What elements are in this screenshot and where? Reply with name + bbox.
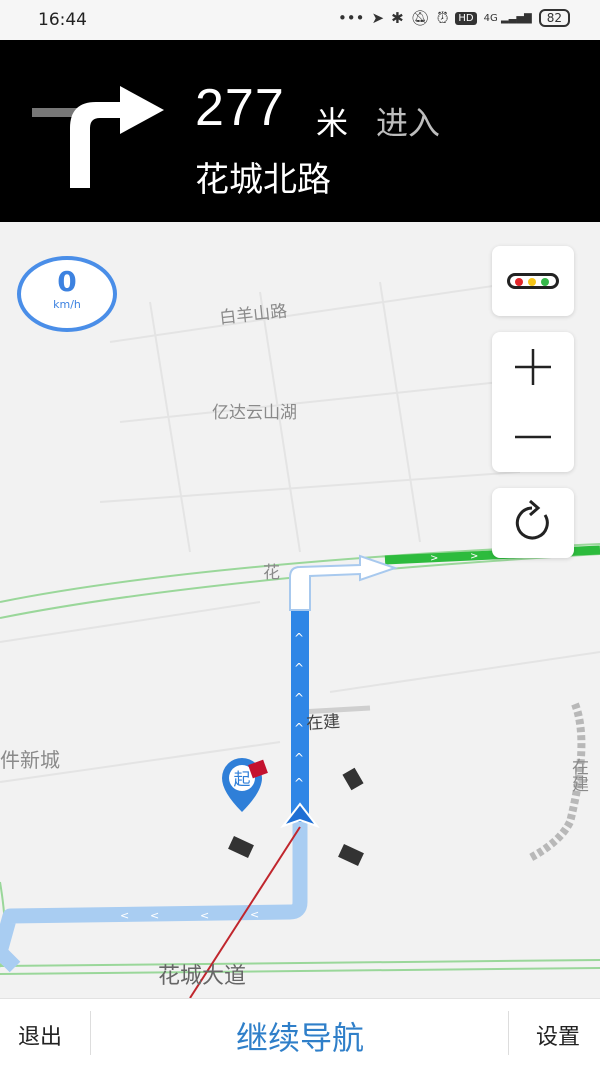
status-bar: 16:44 ••• ➤ ✱ 🔕︎ ⏰︎ HD 4G ▂▃▅▇ 82 [0, 0, 600, 40]
speed-unit: km/h [53, 298, 81, 311]
distance-unit: 米 [316, 104, 349, 142]
settings-button[interactable]: 设置 [536, 1019, 580, 1051]
svg-text:^: ^ [294, 721, 304, 735]
traffic-light-icon [507, 273, 559, 289]
svg-text:>: > [470, 551, 478, 562]
continue-navigation-button[interactable]: 继续导航 [0, 1013, 600, 1059]
svg-text:^: ^ [294, 631, 304, 645]
refresh-icon [515, 499, 549, 540]
bluetooth-icon: ✱ [391, 9, 404, 27]
next-road-name: 花城北路 [195, 160, 331, 200]
construction-label-1: 在建 [305, 711, 341, 735]
speed-indicator: 0 km/h [17, 256, 117, 332]
location-icon: ➤ [371, 9, 385, 27]
turn-action: 进入 [376, 104, 441, 142]
svg-text:>: > [430, 553, 438, 564]
mute-bell-icon: 🔕︎ [410, 9, 430, 27]
zoom-out-button[interactable] [492, 402, 574, 472]
alarm-icon: ⏰︎ [436, 9, 449, 27]
status-time: 16:44 [38, 10, 87, 30]
svg-text:^: ^ [294, 751, 304, 765]
more-dots-icon: ••• [337, 9, 365, 27]
svg-text:<: < [250, 908, 259, 921]
signal-4g-icon: 4G ▂▃▅▇ [483, 12, 532, 24]
svg-text:<: < [200, 909, 209, 922]
svg-text:^: ^ [294, 776, 304, 790]
svg-text:<: < [120, 909, 129, 922]
turn-distance: 277 [195, 79, 285, 137]
minus-icon [515, 435, 551, 439]
svg-text:<: < [150, 909, 159, 922]
plus-icon [515, 349, 551, 385]
map-view[interactable]: >>>> <<<< ^^^ ^^^ 起 白羊山 [0, 222, 600, 998]
svg-text:^: ^ [294, 691, 304, 705]
area-label-software-town: 件新城 [0, 748, 60, 772]
road-label-huacheng-partial: 花 [263, 563, 280, 583]
divider [508, 1011, 509, 1055]
zoom-controls [492, 332, 574, 472]
battery-indicator: 82 [538, 9, 570, 27]
traffic-toggle-button[interactable] [492, 246, 574, 316]
speed-value: 0 [57, 265, 77, 298]
road-label-huacheng-avenue: 花城大道 [158, 964, 247, 989]
status-icons: ••• ➤ ✱ 🔕︎ ⏰︎ HD 4G ▂▃▅▇ 82 [338, 9, 570, 27]
svg-text:^: ^ [294, 661, 304, 675]
nav-instruction-banner: 277 米 进入 花城北路 [0, 40, 600, 222]
poi-label-yida: 亿达云山湖 [212, 403, 297, 423]
refresh-route-button[interactable] [492, 488, 574, 558]
turn-right-icon [32, 86, 164, 188]
hd-icon: HD [455, 11, 477, 25]
svg-text:起: 起 [234, 770, 251, 790]
zoom-in-button[interactable] [492, 332, 574, 402]
construction-label-2: 在建 [568, 758, 588, 792]
start-marker: 起 [222, 758, 268, 812]
bottom-action-bar: 退出 继续导航 设置 [0, 998, 600, 1067]
